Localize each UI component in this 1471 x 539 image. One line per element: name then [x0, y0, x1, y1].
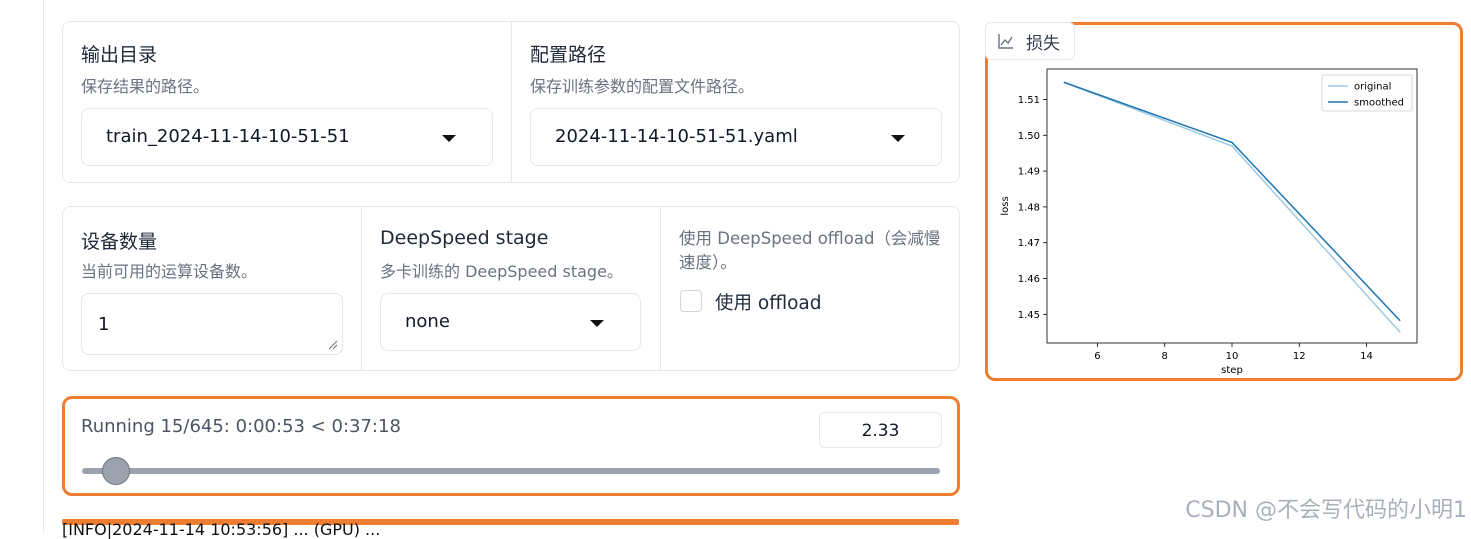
loss-chart: 6 8 10 12 14 1.45 1.46 1.47 1.48 1.49 1.50 1.51 step… [1000, 68, 1418, 376]
progress-text: Running 15/645: 0:00:53 < 0:37:18 [81, 416, 401, 437]
output-dir-info: 保存结果的路径。 [81, 77, 210, 96]
y-tick-label: 1.45 [1018, 310, 1040, 321]
x-tick-label: 6 [1094, 351, 1100, 362]
y-tick-label: 1.48 [1018, 202, 1040, 213]
y-axis-label: loss [1000, 196, 1011, 215]
y-tick-label: 1.49 [1018, 167, 1040, 178]
device-count-value: 1 [98, 314, 110, 335]
y-tick-label: 1.46 [1018, 274, 1040, 285]
device-deepspeed-row: 设备数量 当前可用的运算设备数。 1 DeepSpeed stage 多卡训练的… [62, 206, 960, 371]
chevron-down-icon[interactable] [442, 135, 456, 142]
config-path-dropdown[interactable]: 2024-11-14-10-51-51.yaml [530, 108, 942, 166]
output-dir-value: train_2024-11-14-10-51-51 [106, 126, 350, 147]
ds-stage-dropdown[interactable]: none [380, 293, 641, 351]
ds-stage-value: none [405, 311, 450, 332]
log-text: [INFO|2024-11-14 10:53:56] ... (GPU) ... [62, 520, 381, 539]
x-axis-label: step [1221, 365, 1243, 376]
ds-stage-block: DeepSpeed stage 多卡训练的 DeepSpeed stage。 n… [362, 207, 660, 370]
output-dir-block: 输出目录 保存结果的路径。 train_2024-11-14-10-51-51 [63, 22, 511, 182]
resize-handle-icon[interactable] [328, 340, 338, 350]
x-tick-label: 8 [1162, 351, 1168, 362]
ds-stage-info: 多卡训练的 DeepSpeed stage。 [380, 262, 623, 281]
progress-thumb[interactable] [101, 457, 130, 485]
output-dir-label: 输出目录 [81, 44, 158, 66]
ds-offload-info-2: 速度）。 [679, 253, 737, 272]
ds-stage-label: DeepSpeed stage [380, 227, 549, 249]
output-dir-dropdown[interactable]: train_2024-11-14-10-51-51 [81, 108, 493, 166]
ds-offload-block: 使用 DeepSpeed offload（会减慢 速度）。 使用 offload [661, 207, 959, 370]
loss-chart-panel: 损失 6 8 10 12 14 1.45 1.46 1.47 1.48 1.49 1.50 1.51 s… [985, 22, 1463, 381]
ds-offload-checkbox-label[interactable]: 使用 offload [715, 289, 821, 315]
chevron-down-icon[interactable] [590, 320, 604, 327]
config-path-label: 配置路径 [530, 44, 607, 66]
config-path-info: 保存训练参数的配置文件路径。 [530, 77, 755, 96]
progress-value-box[interactable]: 2.33 [819, 412, 942, 448]
output-config-row: 输出目录 保存结果的路径。 train_2024-11-14-10-51-51 … [62, 21, 960, 183]
x-tick-label: 10 [1226, 351, 1239, 362]
loss-tab: 损失 [985, 22, 1075, 60]
x-tick-label: 12 [1293, 351, 1306, 362]
y-tick-label: 1.47 [1018, 238, 1040, 249]
progress-panel: Running 15/645: 0:00:53 < 0:37:18 2.33 [62, 396, 960, 496]
chevron-down-icon[interactable] [891, 135, 905, 142]
ds-offload-checkbox[interactable] [680, 290, 702, 312]
config-path-block: 配置路径 保存训练参数的配置文件路径。 2024-11-14-10-51-51.… [512, 22, 959, 182]
legend-label-original: original [1354, 82, 1391, 93]
chart-icon [998, 34, 1013, 49]
legend-label-smoothed: smoothed [1354, 98, 1404, 109]
device-count-input[interactable]: 1 [81, 293, 343, 355]
config-path-value: 2024-11-14-10-51-51.yaml [555, 126, 798, 147]
progress-value: 2.33 [861, 421, 900, 441]
device-count-block: 设备数量 当前可用的运算设备数。 1 [63, 207, 361, 370]
device-count-info: 当前可用的运算设备数。 [81, 262, 258, 281]
y-tick-label: 1.50 [1018, 131, 1040, 142]
x-tick-label: 14 [1360, 351, 1373, 362]
left-border [43, 0, 44, 532]
y-tick-label: 1.51 [1018, 95, 1040, 106]
watermark: CSDN @不会写代码的小明1 [1185, 498, 1467, 523]
ds-offload-info-1: 使用 DeepSpeed offload（会减慢 [679, 229, 941, 248]
loss-tab-label: 损失 [1026, 34, 1060, 54]
device-count-label: 设备数量 [81, 231, 158, 253]
progress-track[interactable] [82, 468, 940, 474]
